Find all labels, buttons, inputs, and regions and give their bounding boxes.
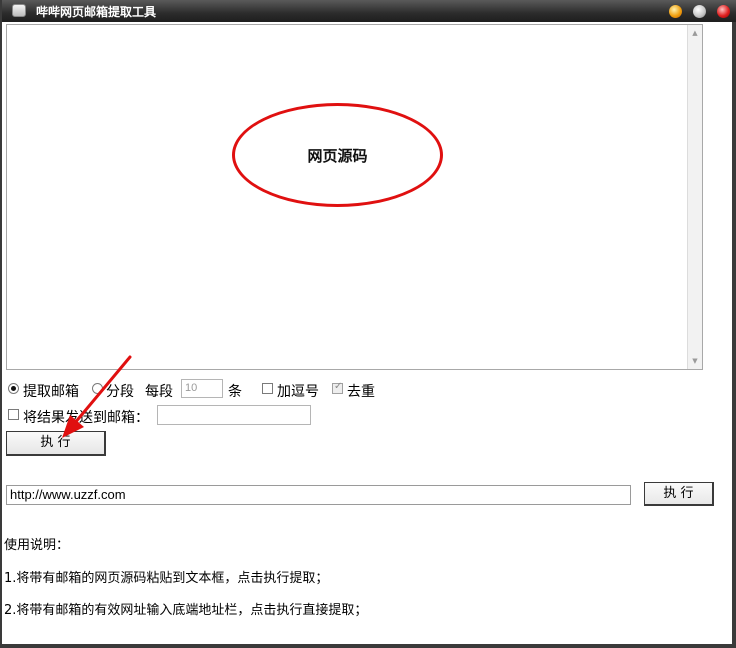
- send-email-row: 将结果发送到邮箱：: [8, 405, 728, 426]
- per-segment-label: 每段: [145, 384, 173, 400]
- maximize-button[interactable]: [693, 5, 706, 18]
- usage-line-1: 1.将带有邮箱的网页源码粘贴到文本框，点击执行提取；: [4, 571, 329, 586]
- annotation-label: 网页源码: [307, 147, 368, 165]
- usage-line-2: 2.将带有邮箱的有效网址输入底端地址栏，点击执行直接提取；: [4, 603, 368, 618]
- options-row: 提取邮箱 分段 每段 10 条 加逗号 ✓ 去重: [8, 379, 728, 400]
- dedupe-checkbox[interactable]: ✓: [332, 381, 343, 394]
- scroll-down-arrow-icon[interactable]: ▼: [688, 354, 702, 368]
- segment-radio[interactable]: [92, 383, 103, 394]
- checkmark-icon: ✓: [334, 381, 343, 392]
- close-button[interactable]: [717, 5, 730, 18]
- send-to-email-label: 将结果发送到邮箱：: [23, 410, 149, 426]
- usage-title: 使用说明：: [4, 538, 70, 553]
- execute-button-url[interactable]: 执 行: [644, 482, 714, 506]
- segment-label: 分段: [106, 384, 134, 400]
- add-comma-label: 加逗号: [277, 384, 319, 400]
- scroll-up-arrow-icon[interactable]: ▲: [688, 26, 702, 40]
- execute-button-source[interactable]: 执 行: [6, 431, 106, 456]
- per-segment-unit: 条: [228, 384, 242, 400]
- title-bar: 哔哔网页邮箱提取工具: [2, 0, 736, 22]
- add-comma-checkbox[interactable]: [262, 383, 273, 394]
- app-icon: [12, 4, 26, 17]
- per-segment-input[interactable]: 10: [181, 379, 223, 398]
- source-code-textarea[interactable]: 网页源码 ▲ ▼: [6, 24, 703, 370]
- extract-email-label: 提取邮箱: [23, 384, 79, 400]
- send-to-email-checkbox[interactable]: [8, 409, 19, 420]
- dedupe-label: 去重: [347, 384, 375, 400]
- vertical-scrollbar[interactable]: ▲ ▼: [687, 25, 702, 369]
- url-input[interactable]: http://www.uzzf.com: [6, 485, 631, 505]
- extract-email-radio[interactable]: [8, 383, 19, 394]
- email-field[interactable]: [157, 405, 311, 425]
- minimize-button[interactable]: [669, 5, 682, 18]
- app-window: 哔哔网页邮箱提取工具 网页源码 ▲ ▼ 提取邮箱 分段 每段 10 条 加逗号 …: [0, 0, 736, 648]
- window-title: 哔哔网页邮箱提取工具: [36, 5, 157, 19]
